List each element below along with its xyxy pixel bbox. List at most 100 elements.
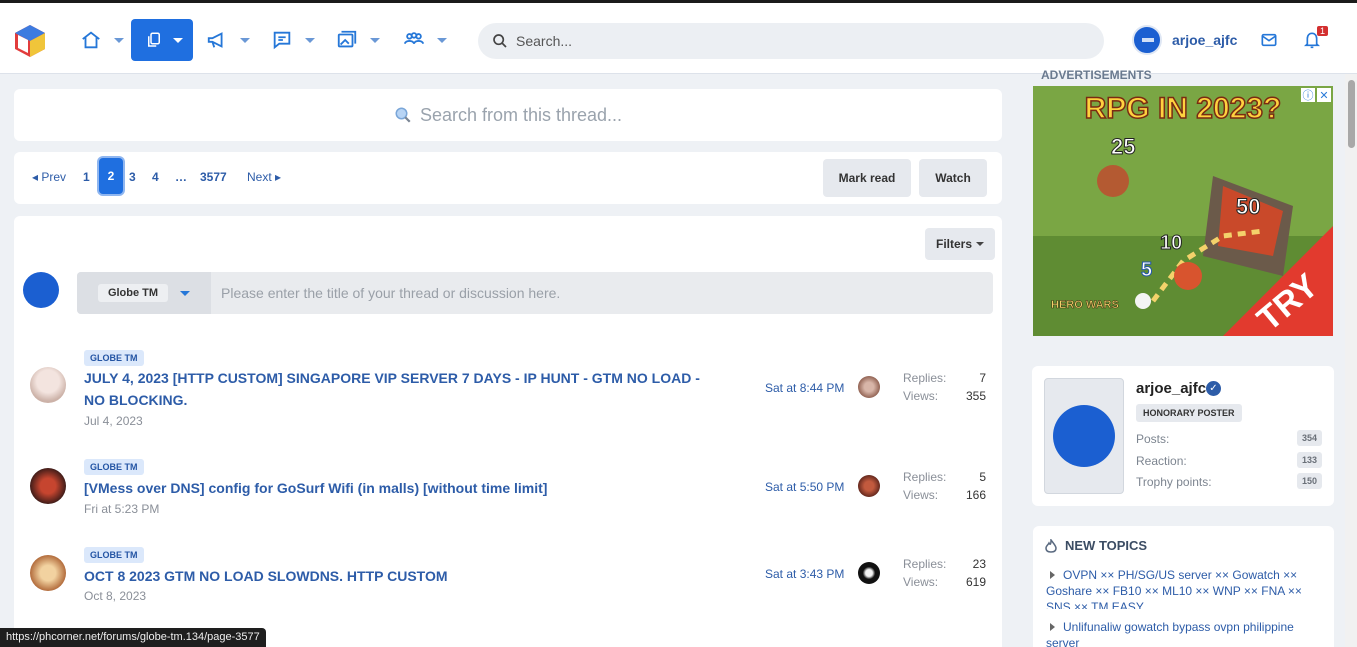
page-link-4[interactable]: 4 — [152, 170, 159, 184]
ad-close-icon: ✕ — [1319, 90, 1328, 102]
filters-button[interactable]: Filters — [925, 228, 995, 260]
prefix-tag[interactable]: GLOBE TM — [84, 350, 144, 366]
profile-username[interactable]: arjoe_ajfc — [1136, 380, 1206, 397]
verified-icon: ✓ — [1206, 381, 1221, 396]
page-link-last[interactable]: 3577 — [200, 170, 227, 184]
avatar[interactable] — [858, 562, 880, 584]
thread-search-input[interactable]: Search from this thread... — [14, 89, 1002, 141]
thread-title-link[interactable]: OCT 8 2023 GTM NO LOAD SLOWDNS. HTTP CUS… — [84, 565, 724, 587]
filters-label: Filters — [935, 237, 972, 251]
profile-card: arjoe_ajfc ✓ HONORARY POSTER Posts: 354 R… — [1032, 366, 1334, 506]
page-link-1[interactable]: 1 — [83, 170, 90, 184]
caret-right-icon — [1050, 623, 1055, 631]
new-thread-placeholder: Please enter the title of your thread or… — [221, 285, 561, 301]
avatar[interactable] — [858, 475, 880, 497]
profile-stat: Reaction: 133 — [1136, 452, 1322, 468]
last-post-time[interactable]: Sat at 8:44 PM — [765, 381, 844, 395]
chevron-down-icon — [173, 37, 183, 43]
chevron-down-icon — [180, 290, 191, 296]
stat-value: 354 — [1296, 430, 1322, 446]
thread-stats: Replies: 5 Views: 166 — [903, 468, 986, 504]
stat-label: Trophy points: — [1136, 475, 1212, 489]
top-bar: Search... arjoe_ajfc 1 — [0, 0, 1357, 74]
mark-read-button[interactable]: Mark read — [823, 159, 911, 197]
page-scrollbar[interactable] — [1345, 74, 1357, 647]
avatar[interactable] — [30, 468, 66, 504]
next-page-link[interactable]: Next ▸ — [247, 170, 281, 184]
topic-text: Unlifunaliw gowatch bypass ovpn philippi… — [1046, 620, 1294, 647]
watch-button[interactable]: Watch — [919, 159, 987, 197]
search-icon — [395, 107, 411, 123]
scrollbar-thumb[interactable] — [1348, 80, 1355, 148]
nav-forums[interactable] — [131, 19, 193, 61]
avatar — [23, 272, 59, 308]
thread-search-placeholder: Search from this thread... — [419, 104, 623, 125]
nav-chat[interactable] — [271, 19, 315, 61]
site-search-input[interactable]: Search... — [478, 23, 1104, 59]
topic-text: OVPN ×× PH/SG/US server ×× Gowatch ×× Go… — [1046, 568, 1302, 609]
profile-stat: Posts: 354 — [1136, 430, 1322, 446]
replies-label: Replies: — [903, 371, 947, 385]
prev-label: Prev — [41, 170, 67, 184]
chevron-down-icon — [437, 37, 447, 43]
copy-icon — [148, 32, 160, 47]
new-thread-input[interactable]: Globe TM Please enter the title of your … — [77, 272, 993, 314]
ad-number: 25 — [1111, 134, 1135, 159]
ad-number: 10 — [1160, 232, 1182, 254]
search-icon — [493, 34, 507, 48]
prefix-tag[interactable]: GLOBE TM — [84, 459, 144, 475]
flame-icon — [1045, 538, 1057, 553]
replies-count: 23 — [972, 557, 986, 571]
megaphone-icon — [207, 32, 223, 48]
nav-announcements[interactable] — [206, 19, 250, 61]
replies-label: Replies: — [903, 470, 947, 484]
advertisement-banner[interactable]: RPG IN 2023? 25 50 10 5 HERO WARS TRY ⓘ … — [1033, 86, 1333, 336]
profile-stat: Trophy points: 150 — [1136, 473, 1322, 489]
prev-page-link[interactable]: ◂ Prev — [32, 170, 66, 184]
topic-link[interactable]: OVPN ×× PH/SG/US server ×× Gowatch ×× Go… — [1046, 567, 1326, 609]
thread-stats: Replies: 7 Views: 355 — [903, 369, 986, 405]
nav-media[interactable] — [336, 19, 380, 61]
replies-count: 7 — [979, 371, 986, 385]
topic-link[interactable]: Unlifunaliw gowatch bypass ovpn philippi… — [1046, 619, 1326, 647]
nav-home[interactable] — [80, 19, 124, 61]
ad-number: 50 — [1236, 194, 1260, 219]
page-current[interactable]: 2 — [99, 158, 123, 194]
page-link-3[interactable]: 3 — [129, 170, 136, 184]
nav-members[interactable] — [403, 19, 447, 61]
home-icon — [82, 31, 100, 49]
username-link: arjoe_ajfc — [1172, 32, 1238, 48]
last-post-time[interactable]: Sat at 5:50 PM — [765, 480, 844, 494]
caret-right-icon — [1050, 571, 1055, 579]
thread-date[interactable]: Jul 4, 2023 — [84, 414, 143, 428]
avatar — [1132, 25, 1162, 55]
avatar[interactable] — [30, 555, 66, 591]
page-ellipsis[interactable]: … — [175, 170, 187, 184]
chevron-down-icon — [976, 242, 984, 246]
ad-image: RPG IN 2023? 25 50 10 5 HERO WARS TRY ⓘ … — [1033, 86, 1333, 336]
thread-title-link[interactable]: [VMess over DNS] config for GoSurf Wifi … — [84, 477, 724, 499]
ad-number: 5 — [1141, 259, 1152, 281]
chevron-down-icon — [114, 37, 124, 43]
views-count: 166 — [965, 488, 986, 502]
next-label: Next — [247, 170, 272, 184]
thread-date[interactable]: Fri at 5:23 PM — [84, 502, 159, 516]
chevron-down-icon — [305, 37, 315, 43]
user-menu[interactable]: arjoe_ajfc — [1132, 25, 1237, 55]
mail-icon[interactable] — [1261, 33, 1277, 47]
chevron-down-icon — [370, 37, 380, 43]
views-label: Views: — [903, 389, 939, 403]
thread-list: Filters Globe TM Please enter the title … — [14, 216, 1002, 647]
stat-label: Posts: — [1136, 432, 1170, 446]
prefix-value: Globe TM — [97, 284, 169, 302]
avatar[interactable] — [1044, 378, 1124, 494]
thread-date[interactable]: Oct 8, 2023 — [84, 589, 146, 603]
site-logo[interactable] — [12, 23, 48, 59]
last-post-time[interactable]: Sat at 3:43 PM — [765, 567, 844, 581]
avatar[interactable] — [858, 376, 880, 398]
avatar[interactable] — [30, 367, 66, 403]
thread-title-link[interactable]: JULY 4, 2023 [HTTP CUSTOM] SINGAPORE VIP… — [84, 367, 724, 411]
prefix-select[interactable]: Globe TM — [77, 272, 211, 314]
gallery-icon — [337, 30, 357, 48]
prefix-tag[interactable]: GLOBE TM — [84, 547, 144, 563]
